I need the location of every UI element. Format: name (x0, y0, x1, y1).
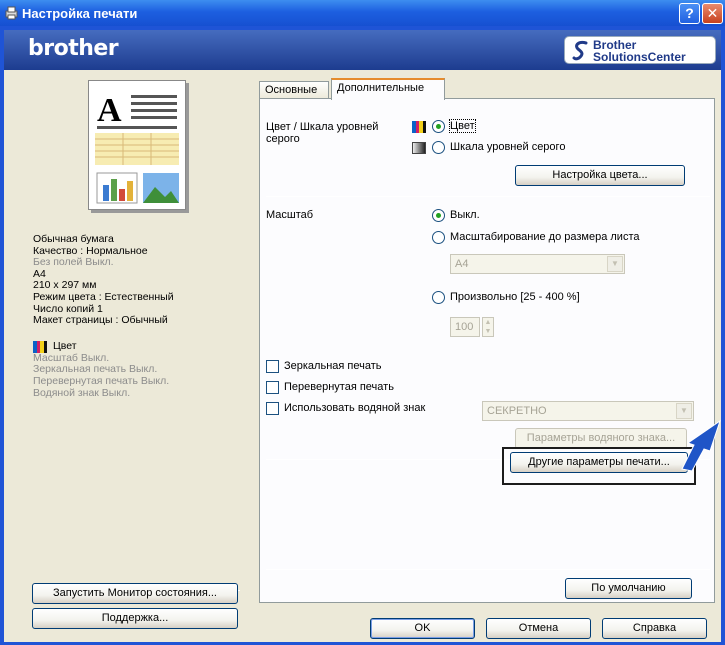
color-settings-button[interactable]: Настройка цвета... (515, 165, 685, 186)
scale-label: Масштаб (266, 209, 314, 221)
scale-custom-label[interactable]: Произвольно [25 - 400 %] (450, 291, 580, 303)
pointer-arrow-icon (681, 419, 721, 471)
reverse-label[interactable]: Перевернутая печать (284, 381, 394, 393)
cancel-button[interactable]: Отмена (486, 618, 591, 639)
solutions-center-button[interactable]: Brother SolutionsCenter (564, 36, 716, 64)
close-button[interactable]: ✕ (702, 3, 723, 24)
custom-scale-input[interactable]: 100 (450, 317, 480, 337)
summary-paper: Обычная бумага (33, 233, 114, 245)
scale-custom-radio[interactable] (432, 291, 445, 304)
summary-color-mode: Режим цвета : Естественный (33, 290, 174, 303)
color-radio[interactable] (432, 120, 445, 133)
watermark-params-button[interactable]: Параметры водяного знака... (515, 428, 687, 449)
dialog-body: A Обычная бумага Качество: Нормальное Б… (4, 70, 721, 642)
page-preview: A (88, 80, 186, 210)
solutions-center-icon (572, 41, 588, 61)
chevron-down-icon: ▼ (607, 256, 623, 272)
brand-banner: brother Brother SolutionsCenter (4, 30, 721, 70)
mirror-checkbox[interactable] (266, 360, 279, 373)
advanced-tab-panel: Цвет / Шкала уровней серого Цвет Шкала у… (259, 98, 715, 603)
scale-off-radio[interactable] (432, 209, 445, 222)
help-button[interactable]: Справка (602, 618, 707, 639)
solutions-line2: SolutionsCenter (593, 50, 686, 64)
printer-app-icon (5, 6, 18, 20)
divider-color (266, 196, 710, 197)
custom-scale-value: 100 (455, 321, 474, 333)
reverse-checkbox[interactable] (266, 381, 279, 394)
scale-off-label[interactable]: Выкл. (450, 209, 480, 221)
help-caption-button[interactable]: ? (679, 3, 700, 24)
scale-fit-radio[interactable] (432, 231, 445, 244)
summary-color-label: Цвет (53, 339, 77, 352)
brother-logo: brother (28, 36, 119, 61)
grayscale-radio[interactable] (432, 141, 445, 154)
defaults-button[interactable]: По умолчанию (565, 578, 692, 599)
fit-paper-select[interactable]: A4 ▼ (450, 254, 625, 274)
title-bar[interactable]: Настройка печати ? ✕ (0, 0, 725, 26)
print-settings-window: Настройка печати ? ✕ brother Brother Sol… (0, 0, 725, 645)
scale-spinner[interactable]: ▲ ▼ (482, 317, 494, 337)
color-icon (412, 121, 426, 133)
settings-summary: Обычная бумага Качество : Нормальное Без… (33, 233, 243, 399)
mirror-label[interactable]: Зеркальная печать (284, 360, 382, 372)
highlight-frame (502, 447, 696, 485)
page-preview-illustration: A (95, 92, 179, 204)
summary-watermark: Водяной знак Выкл. (33, 386, 131, 399)
ok-button[interactable]: OK (370, 618, 475, 639)
summary-layout: Макет страницы : Обычный (33, 314, 168, 327)
scale-fit-label[interactable]: Масштабирование до размера листа (450, 231, 640, 243)
summary-color: Цвет (33, 339, 243, 353)
divider-bottom (266, 569, 710, 570)
color-gray-label: Цвет / Шкала уровней серого (266, 121, 379, 145)
grayscale-option-label[interactable]: Шкала уровней серого (450, 141, 565, 153)
grayscale-icon (412, 142, 426, 154)
watermark-label[interactable]: Использовать водяной знак (284, 402, 425, 414)
fit-paper-value: A4 (455, 258, 469, 270)
color-option-label[interactable]: Цвет (449, 119, 476, 133)
support-button[interactable]: Поддержка... (32, 608, 238, 629)
window-title: Настройка печати (22, 6, 138, 21)
tab-advanced[interactable]: Дополнительные (331, 78, 445, 100)
svg-text:A: A (97, 92, 122, 129)
watermark-value: СЕКРЕТНО (487, 405, 547, 417)
tab-basic[interactable]: Основные (259, 81, 329, 99)
summary-borderless: Без полей Выкл. (33, 256, 114, 269)
status-monitor-button[interactable]: Запустить Монитор состояния... (32, 583, 238, 604)
watermark-select[interactable]: СЕКРЕТНО ▼ (482, 401, 694, 421)
watermark-checkbox[interactable] (266, 402, 279, 415)
color-swatch-icon (33, 340, 47, 353)
summary-reverse: Перевернутая печать Выкл. (33, 374, 170, 387)
